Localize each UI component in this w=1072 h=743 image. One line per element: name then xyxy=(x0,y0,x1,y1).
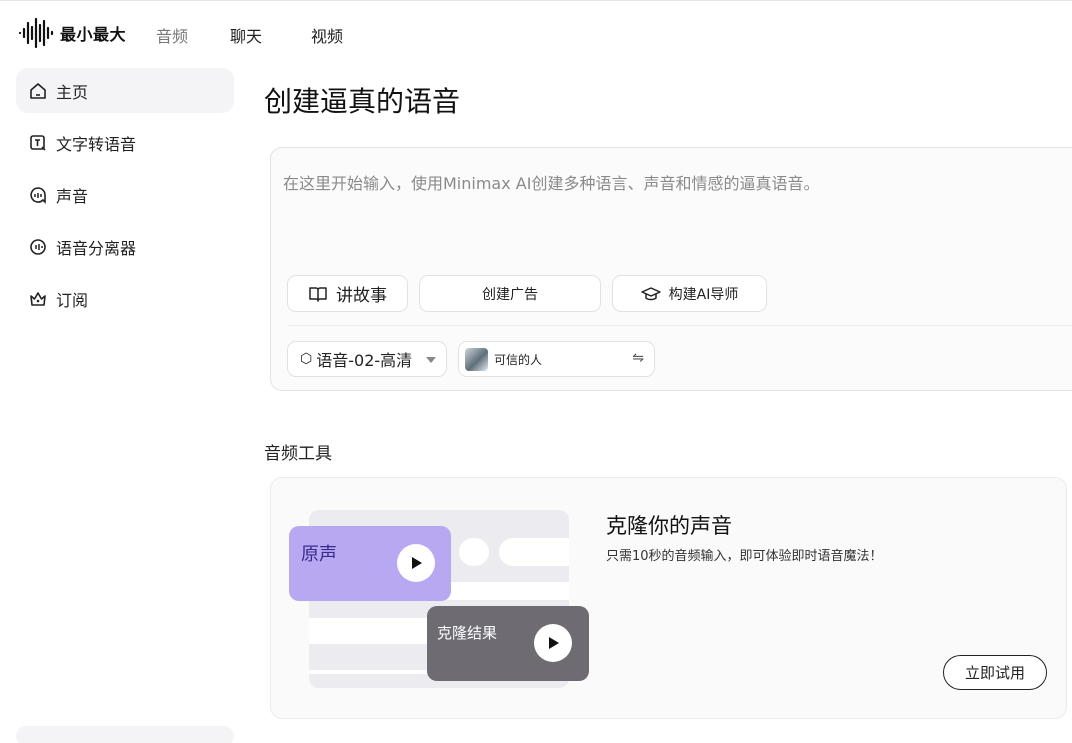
graduation-cap-icon xyxy=(640,286,661,300)
illus-bar xyxy=(459,538,489,566)
try-now-button[interactable]: 立即试用 xyxy=(943,655,1047,690)
voice-isolator-icon xyxy=(30,238,46,255)
sidebar-item-subscription[interactable]: 订阅 xyxy=(16,276,234,321)
top-bar: 最小最大 音频 聊天 视频 xyxy=(0,0,1072,62)
sidebar-item-voice-isolator[interactable]: 语音分离器 xyxy=(16,224,234,269)
sidebar: 主页 文字转语音 声音 语音分离器 订阅 xyxy=(16,68,234,328)
editor-placeholder[interactable]: 在这里开始输入，使用Minimax AI创建多种语言、声音和情感的逼真语音。 xyxy=(283,170,819,194)
sidebar-item-home[interactable]: 主页 xyxy=(16,68,234,113)
crown-icon xyxy=(30,291,46,306)
nav-audio[interactable]: 音频 xyxy=(156,23,188,47)
sidebar-item-text-to-speech[interactable]: 文字转语音 xyxy=(16,120,234,165)
play-icon xyxy=(412,557,422,569)
swap-icon[interactable]: ⇋ xyxy=(632,350,644,366)
clone-voice-card[interactable]: 原声 克隆结果 克隆你的声音 只需10秒的音频输入，即可体验即时语音魔法！ 立即… xyxy=(270,477,1067,719)
illus-bar xyxy=(499,538,569,566)
play-result-button[interactable] xyxy=(534,624,572,662)
sidebar-item-label: 声音 xyxy=(56,186,89,206)
chip-label: 创建广告 xyxy=(482,286,538,303)
sidebar-item-label: 订阅 xyxy=(56,290,89,310)
voice-avatar xyxy=(465,347,488,371)
waveform-logo-icon xyxy=(18,17,54,49)
chevron-down-icon xyxy=(426,357,436,363)
sidebar-item-label: 语音分离器 xyxy=(56,238,137,258)
clone-voice-description: 只需10秒的音频输入，即可体验即时语音魔法！ xyxy=(606,549,883,564)
page-title: 创建逼真的语音 xyxy=(264,85,461,118)
original-voice-label: 原声 xyxy=(301,544,337,565)
clone-voice-title: 克隆你的声音 xyxy=(606,514,732,538)
nav-chat[interactable]: 聊天 xyxy=(230,23,262,47)
sidebar-bottom-panel[interactable] xyxy=(16,726,234,743)
voice-icon xyxy=(30,186,46,204)
sidebar-item-label: 主页 xyxy=(56,82,89,102)
cube-icon: ⬡ xyxy=(300,351,313,367)
chip-storytelling[interactable]: 讲故事 xyxy=(287,275,408,312)
chip-create-ad[interactable]: 创建广告 xyxy=(419,275,601,312)
chip-label: 讲故事 xyxy=(336,286,387,306)
clone-result-label: 克隆结果 xyxy=(437,624,498,642)
home-icon xyxy=(30,82,46,99)
sidebar-item-label: 文字转语音 xyxy=(56,134,137,154)
chip-label: 构建AI导师 xyxy=(668,286,739,303)
text-editor[interactable]: 在这里开始输入，使用Minimax AI创建多种语言、声音和情感的逼真语音。 讲… xyxy=(270,147,1072,391)
chip-ai-tutor[interactable]: 构建AI导师 xyxy=(612,275,767,312)
logo[interactable]: 最小最大 xyxy=(18,17,126,49)
text-to-speech-icon xyxy=(30,134,46,151)
play-icon xyxy=(549,637,559,649)
audio-tools-title: 音频工具 xyxy=(264,444,332,464)
sidebar-item-voice[interactable]: 声音 xyxy=(16,172,234,217)
model-select-value: 语音-02-高清 xyxy=(316,351,413,370)
model-select[interactable]: ⬡ 语音-02-高清 xyxy=(287,341,447,377)
original-voice-card[interactable]: 原声 xyxy=(289,526,451,601)
play-original-button[interactable] xyxy=(397,544,435,582)
clone-result-card[interactable]: 克隆结果 xyxy=(427,606,589,681)
editor-divider xyxy=(287,325,1072,326)
voice-select[interactable]: 可信的人 ⇋ xyxy=(458,341,655,377)
book-icon xyxy=(309,286,327,302)
illus-bar xyxy=(309,618,429,644)
nav-video[interactable]: 视频 xyxy=(311,23,343,47)
voice-select-value: 可信的人 xyxy=(494,352,543,367)
logo-text: 最小最大 xyxy=(60,25,127,44)
